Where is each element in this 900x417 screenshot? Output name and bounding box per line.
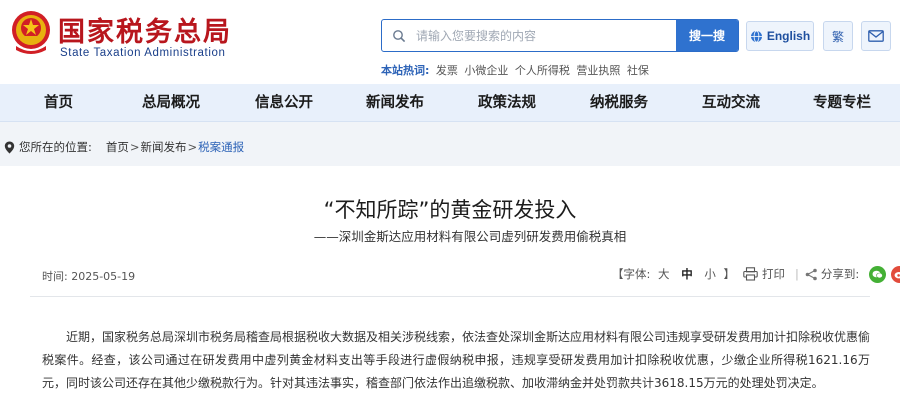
english-label: English [766,29,811,43]
traditional-chinese-button[interactable]: 繁 [823,21,853,51]
print-button[interactable]: 打印 [762,266,785,282]
site-subtitle: State Taxation Administration [60,47,226,59]
hot-keyword-individual-income-tax[interactable]: 个人所得税 [515,64,570,77]
breadcrumb-tax-case-bulletin[interactable]: 税案通报 [198,139,244,155]
site-title[interactable]: 国家税务总局 [58,10,232,49]
nav-item-overview[interactable]: 总局概况 [142,84,200,122]
font-medium-button[interactable]: 中 [681,267,693,281]
breadcrumb-prefix: 您所在的位置: [19,140,92,154]
hot-search-label: 本站热词: [381,64,430,77]
breadcrumb-separator: > [129,140,140,154]
article-subtitle: ——深圳金斯达应用材料有限公司虚列研发费用偷税真相 [313,229,627,244]
breadcrumb: 您所在的位置: 首页 > 新闻发布 > 税案通报 [0,134,900,160]
nav-item-home[interactable]: 首页 [44,84,73,122]
wechat-share-icon[interactable] [869,265,887,283]
main-nav: 首页 总局概况 信息公开 新闻发布 政策法规 纳税服务 互动交流 专题专栏 [0,84,900,122]
article-tools: 【字体: 大 中 小 】 打印 | 分享到: [612,264,900,284]
nav-item-interaction[interactable]: 互动交流 [702,84,760,122]
article-divider [30,296,870,297]
article-body: 近期，国家税务总局深圳市税务局稽查局根据税收大数据及相关涉税线索，依法查处深圳金… [42,330,871,390]
font-size-label: 【字体: [612,267,651,281]
search-button[interactable]: 搜一搜 [676,20,738,51]
hot-search-bar: 本站热词: 发票 小微企业 个人所得税 营业执照 社保 [381,62,652,78]
nav-item-info-disclosure[interactable]: 信息公开 [255,84,313,122]
font-small-button[interactable]: 小 [704,267,716,281]
nav-item-news[interactable]: 新闻发布 [366,84,424,122]
national-emblem-icon [12,11,50,54]
search-icon [382,20,416,51]
site-header: 国家税务总局 State Taxation Administration 搜一搜… [0,0,900,84]
nav-item-special-topics[interactable]: 专题专栏 [813,84,871,122]
article-title: “不知所踪”的黄金研发投入 [323,198,577,222]
mail-button[interactable] [861,21,891,51]
location-pin-icon [4,141,15,153]
mail-icon [868,30,884,42]
breadcrumb-news[interactable]: 新闻发布 [141,139,187,155]
nav-item-policy[interactable]: 政策法规 [478,84,536,122]
search-input[interactable] [416,20,676,51]
nav-item-tax-service[interactable]: 纳税服务 [590,84,648,122]
font-size-control: 【字体: 大 中 小 】 [612,266,735,282]
article-panel: “不知所踪”的黄金研发投入 ——深圳金斯达应用材料有限公司虚列研发费用偷税真相 … [0,166,900,417]
print-icon[interactable] [743,267,758,281]
tools-divider: | [795,267,799,281]
breadcrumb-home[interactable]: 首页 [106,139,129,155]
breadcrumb-separator: > [187,140,198,154]
english-button[interactable]: English [746,21,814,51]
weibo-share-icon[interactable] [891,265,900,283]
hot-keyword-small-business[interactable]: 小微企业 [464,64,508,77]
date-value: 2025-05-19 [71,270,136,283]
hot-keyword-business-license[interactable]: 营业执照 [576,64,620,77]
font-large-button[interactable]: 大 [658,267,670,281]
article-date: 时间: 2025-05-19 [42,268,135,284]
hot-keyword-invoice[interactable]: 发票 [436,64,458,77]
globe-icon [750,30,762,42]
search-box: 搜一搜 [381,19,739,52]
share-icon [805,268,817,280]
traditional-label: 繁 [831,29,844,44]
hot-keyword-social-security[interactable]: 社保 [627,64,649,77]
date-label: 时间: [42,270,68,283]
share-label: 分享到: [820,267,860,281]
font-size-close: 】 [723,267,736,281]
